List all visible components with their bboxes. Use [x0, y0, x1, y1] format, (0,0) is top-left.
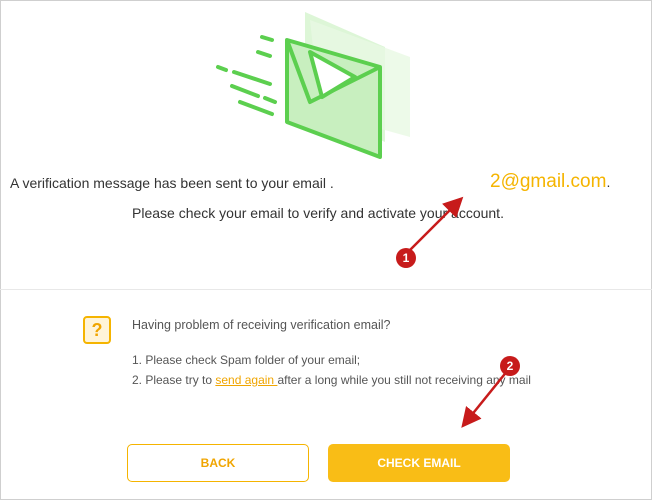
help-tip-1: 1. Please check Spam folder of your emai… [132, 353, 361, 367]
email-domain-text: 2@gmail.com [490, 171, 607, 192]
help-tip-2-prefix: 2. Please try to [132, 373, 216, 387]
send-again-link[interactable]: send again [215, 373, 277, 387]
help-title: Having problem of receiving verification… [132, 318, 391, 332]
email-end-dot: . [606, 174, 611, 190]
help-tip-2-suffix: after a long while you still not receivi… [277, 373, 531, 387]
question-icon: ? [83, 316, 111, 344]
email-address: 2@gmail.com. [490, 171, 610, 193]
help-tip-2: 2. Please try to send again after a long… [132, 373, 531, 387]
annotation-badge-1: 1 [396, 248, 416, 268]
verification-message: A verification message has been sent to … [10, 175, 474, 192]
verification-instruction: Please check your email to verify and ac… [132, 205, 504, 221]
verification-message-text: A verification message has been sent to … [10, 175, 334, 191]
back-button[interactable]: BACK [127, 444, 309, 482]
annotation-badge-2: 2 [500, 356, 520, 376]
check-email-button[interactable]: CHECK EMAIL [328, 444, 510, 482]
envelope-illustration-icon [216, 12, 410, 159]
redacted-email [333, 177, 474, 192]
section-divider [0, 289, 652, 290]
